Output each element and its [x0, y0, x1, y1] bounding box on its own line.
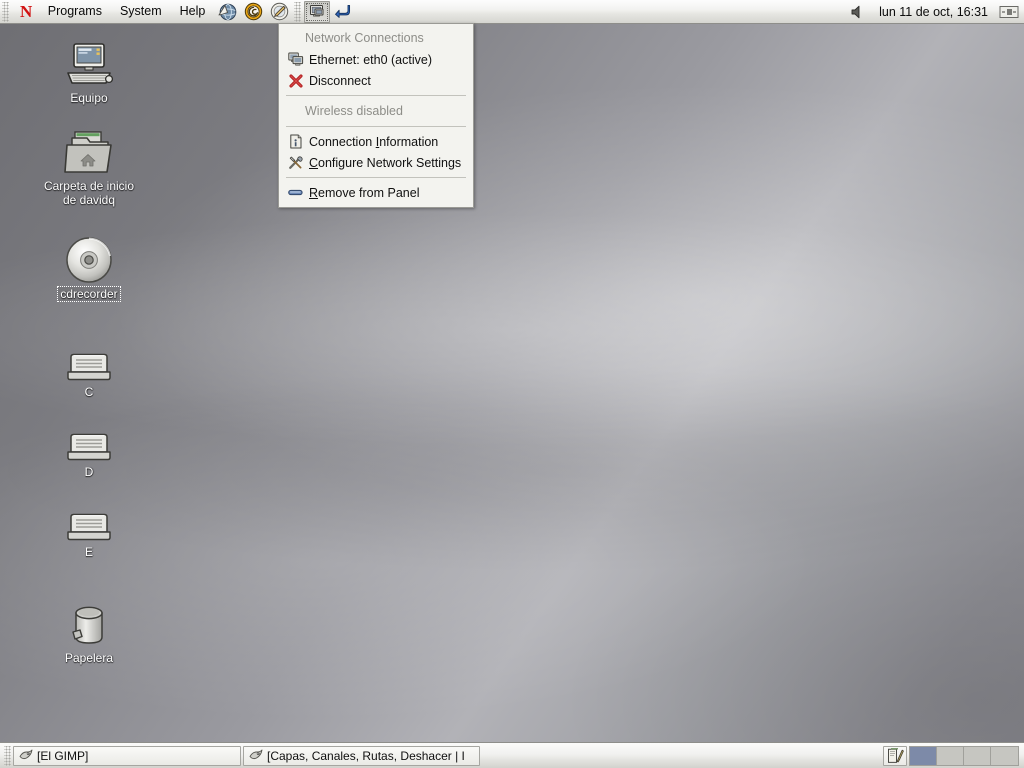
desktop-icon-home-folder[interactable]: Carpeta de inicio de davidq [34, 126, 144, 207]
desktop-icon-drive-d[interactable]: D [34, 412, 144, 479]
tray-applet-icon[interactable] [996, 1, 1022, 23]
menu-item-remove-from-panel[interactable]: Remove from Panel [279, 182, 473, 203]
desktop-icon-label: C [84, 385, 94, 399]
menu-item-configure-network-settings-label: Configure Network Settings [309, 155, 462, 170]
desktop-icon-cdrecorder[interactable]: cdrecorder [34, 234, 144, 302]
menu-item-connection-information[interactable]: Connection Information [279, 131, 473, 152]
menu-separator-2 [286, 126, 466, 127]
desktop-icon-equipo[interactable]: Equipo [34, 38, 144, 105]
show-desktop-icon[interactable] [883, 745, 907, 766]
menu-header-network-connections: Network Connections [305, 31, 424, 45]
system-tray: lun 11 de oct, 16:31 [845, 1, 1024, 23]
menu-item-ethernet-label: Ethernet: eth0 (active) [309, 52, 432, 67]
workspace-4[interactable] [991, 746, 1018, 765]
taskbar-handle[interactable] [4, 745, 11, 766]
task-list: [El GIMP] [Capas, Canales, Rutas, Deshac… [13, 745, 482, 766]
harddrive-icon [65, 332, 113, 382]
harddrive-icon [65, 412, 113, 462]
menu-item-wireless-disabled: Wireless disabled [305, 104, 403, 118]
gimp-icon [249, 749, 263, 762]
desktop-wallpaper[interactable] [0, 0, 1024, 768]
home-folder-icon [63, 126, 115, 176]
menu-separator-1 [286, 95, 466, 96]
computer-icon [65, 38, 113, 88]
panel-handle-left[interactable] [2, 1, 9, 22]
menu-item-configure-network-settings[interactable]: Configure Network Settings [279, 152, 473, 173]
task-button-label: [El GIMP] [37, 748, 89, 763]
desktop-icon-drive-c[interactable]: C [34, 332, 144, 399]
top-panel: N Programs System Help lun 11 de oct, 16… [0, 0, 1024, 24]
email-icon[interactable] [240, 1, 266, 23]
menu-help[interactable]: Help [171, 0, 215, 23]
desktop-icon-label: D [84, 465, 94, 479]
menu-item-disconnect-label: Disconnect [309, 73, 371, 88]
gimp-icon [19, 749, 33, 762]
desktop-icon-papelera[interactable]: Papelera [34, 598, 144, 665]
red-x-icon [286, 72, 305, 89]
desktop-icon-drive-e[interactable]: E [34, 492, 144, 559]
menu-item-ethernet[interactable]: Ethernet: eth0 (active) [279, 49, 473, 70]
pager-area [883, 745, 1022, 766]
task-button-gimp-main[interactable]: [El GIMP] [13, 745, 241, 766]
info-document-icon [286, 133, 305, 150]
text-editor-icon[interactable] [266, 1, 292, 23]
cdrom-icon [65, 234, 113, 284]
novell-logo: N [20, 2, 32, 21]
menu-separator-3 [286, 177, 466, 178]
desktop-icon-label: Papelera [64, 651, 114, 665]
desktop-icon-label: cdrecorder [57, 286, 121, 302]
menu-programs[interactable]: Programs [39, 0, 111, 23]
clock[interactable]: lun 11 de oct, 16:31 [871, 5, 996, 19]
menu-item-connection-information-label: Connection Information [309, 134, 439, 149]
desktop-icon-label: Equipo [70, 91, 108, 105]
harddrive-icon [65, 492, 113, 542]
panel-pill-icon [286, 184, 305, 201]
desktop-icon-label: E [84, 545, 93, 559]
network-applet-icon[interactable] [304, 0, 331, 23]
workspace-pager[interactable] [909, 745, 1019, 766]
tools-icon [286, 154, 305, 171]
desktop-icon-label: Carpeta de inicio de davidq [43, 179, 135, 207]
workspace-3[interactable] [964, 746, 991, 765]
task-button-label: [Capas, Canales, Rutas, Deshacer | I [267, 748, 465, 763]
blue-arrow-icon[interactable] [330, 1, 356, 23]
bottom-taskbar: [El GIMP] [Capas, Canales, Rutas, Deshac… [0, 742, 1024, 768]
menu-system[interactable]: System [111, 0, 171, 23]
ethernet-icon [286, 51, 305, 68]
speaker-icon[interactable] [845, 1, 871, 23]
panel-handle-applets[interactable] [294, 1, 302, 22]
menu-item-disconnect[interactable]: Disconnect [279, 70, 473, 91]
network-connections-menu: Network Connections Ethernet: eth0 (acti… [278, 23, 474, 208]
workspace-2[interactable] [937, 746, 964, 765]
workspace-1[interactable] [910, 746, 937, 765]
web-browser-icon[interactable] [214, 1, 240, 23]
menu-item-remove-from-panel-label: Remove from Panel [309, 185, 420, 200]
trash-icon [65, 598, 113, 648]
task-button-gimp-docks[interactable]: [Capas, Canales, Rutas, Deshacer | I [243, 745, 480, 766]
